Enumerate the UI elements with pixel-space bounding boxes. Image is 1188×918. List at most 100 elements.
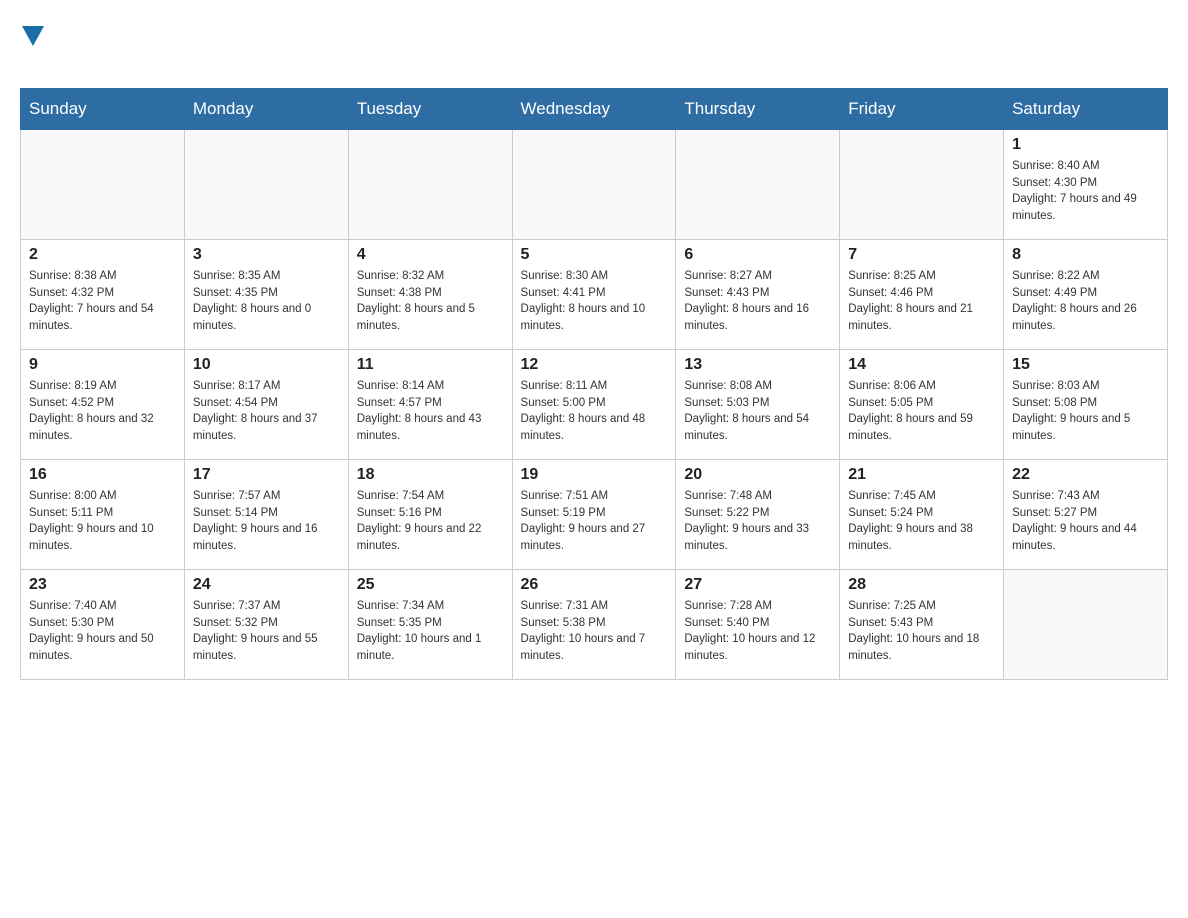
calendar-week-4: 16 Sunrise: 8:00 AM Sunset: 5:11 PM Dayli… [21,460,1168,570]
calendar-cell [21,130,185,240]
day-info: Sunrise: 8:38 AM Sunset: 4:32 PM Dayligh… [29,268,176,335]
day-info: Sunrise: 7:51 AM Sunset: 5:19 PM Dayligh… [521,488,668,555]
day-number: 4 [357,246,504,264]
calendar-cell: 8Sunrise: 8:22 AM Sunset: 4:49 PM Daylig… [1004,240,1168,350]
weekday-header-sunday: Sunday [21,89,185,130]
calendar-cell: 15 Sunrise: 8:03 AM Sunset: 5:08 PM Dayli… [1004,350,1168,460]
day-info: Sunrise: 7:34 AM Sunset: 5:35 PM Dayligh… [357,598,504,665]
day-number: 5 [521,246,668,264]
calendar-cell: 13 Sunrise: 8:08 AM Sunset: 5:03 PM Dayli… [676,350,840,460]
day-info: Sunrise: 8:35 AM Sunset: 4:35 PM Dayligh… [193,268,340,335]
day-number: 23 [29,576,176,594]
day-number: 3 [193,246,340,264]
day-number: 9 [29,356,176,374]
day-number: 15 [1012,356,1159,374]
calendar-cell: 12 Sunrise: 8:11 AM Sunset: 5:00 PM Dayli… [512,350,676,460]
day-number: 6 [684,246,831,264]
weekday-header-tuesday: Tuesday [348,89,512,130]
weekday-row: SundayMondayTuesdayWednesdayThursdayFrid… [21,89,1168,130]
calendar-week-5: 23Sunrise: 7:40 AM Sunset: 5:30 PM Dayli… [21,570,1168,680]
day-info: Sunrise: 8:00 AM Sunset: 5:11 PM Dayligh… [29,488,176,555]
weekday-header-friday: Friday [840,89,1004,130]
calendar-cell: 25 Sunrise: 7:34 AM Sunset: 5:35 PM Dayli… [348,570,512,680]
calendar-week-2: 2 Sunrise: 8:38 AM Sunset: 4:32 PM Daylig… [21,240,1168,350]
calendar-cell: 28Sunrise: 7:25 AM Sunset: 5:43 PM Dayli… [840,570,1004,680]
calendar-cell: 24 Sunrise: 7:37 AM Sunset: 5:32 PM Dayli… [184,570,348,680]
day-number: 18 [357,466,504,484]
calendar-cell: 11 Sunrise: 8:14 AM Sunset: 4:57 PM Dayli… [348,350,512,460]
day-info: Sunrise: 7:31 AM Sunset: 5:38 PM Dayligh… [521,598,668,665]
page-header [20,20,1168,78]
calendar-cell: 17 Sunrise: 7:57 AM Sunset: 5:14 PM Dayli… [184,460,348,570]
day-number: 10 [193,356,340,374]
day-info: Sunrise: 7:43 AM Sunset: 5:27 PM Dayligh… [1012,488,1159,555]
calendar-cell: 14 Sunrise: 8:06 AM Sunset: 5:05 PM Dayli… [840,350,1004,460]
calendar-cell: 2 Sunrise: 8:38 AM Sunset: 4:32 PM Daylig… [21,240,185,350]
day-number: 13 [684,356,831,374]
weekday-header-wednesday: Wednesday [512,89,676,130]
day-info: Sunrise: 8:27 AM Sunset: 4:43 PM Dayligh… [684,268,831,335]
calendar-cell [348,130,512,240]
calendar-cell: 19 Sunrise: 7:51 AM Sunset: 5:19 PM Dayli… [512,460,676,570]
calendar-cell: 5 Sunrise: 8:30 AM Sunset: 4:41 PM Daylig… [512,240,676,350]
logo [20,20,44,78]
calendar-cell [512,130,676,240]
weekday-header-monday: Monday [184,89,348,130]
day-number: 7 [848,246,995,264]
weekday-header-saturday: Saturday [1004,89,1168,130]
calendar-body: 1 Sunrise: 8:40 AM Sunset: 4:30 PM Daylig… [21,130,1168,680]
calendar-week-3: 9Sunrise: 8:19 AM Sunset: 4:52 PM Daylig… [21,350,1168,460]
calendar-cell: 20Sunrise: 7:48 AM Sunset: 5:22 PM Dayli… [676,460,840,570]
day-info: Sunrise: 8:32 AM Sunset: 4:38 PM Dayligh… [357,268,504,335]
day-info: Sunrise: 8:11 AM Sunset: 5:00 PM Dayligh… [521,378,668,445]
day-info: Sunrise: 8:03 AM Sunset: 5:08 PM Dayligh… [1012,378,1159,445]
calendar-table: SundayMondayTuesdayWednesdayThursdayFrid… [20,88,1168,680]
day-info: Sunrise: 7:57 AM Sunset: 5:14 PM Dayligh… [193,488,340,555]
day-info: Sunrise: 7:48 AM Sunset: 5:22 PM Dayligh… [684,488,831,555]
day-info: Sunrise: 8:08 AM Sunset: 5:03 PM Dayligh… [684,378,831,445]
calendar-cell: 26 Sunrise: 7:31 AM Sunset: 5:38 PM Dayli… [512,570,676,680]
calendar-cell: 3 Sunrise: 8:35 AM Sunset: 4:35 PM Daylig… [184,240,348,350]
calendar-cell: 18Sunrise: 7:54 AM Sunset: 5:16 PM Dayli… [348,460,512,570]
day-number: 19 [521,466,668,484]
day-number: 17 [193,466,340,484]
day-info: Sunrise: 8:14 AM Sunset: 4:57 PM Dayligh… [357,378,504,445]
day-info: Sunrise: 8:17 AM Sunset: 4:54 PM Dayligh… [193,378,340,445]
calendar-cell: 27 Sunrise: 7:28 AM Sunset: 5:40 PM Dayli… [676,570,840,680]
day-number: 14 [848,356,995,374]
calendar-cell: 10 Sunrise: 8:17 AM Sunset: 4:54 PM Dayli… [184,350,348,460]
day-number: 16 [29,466,176,484]
day-number: 24 [193,576,340,594]
calendar-cell: 7 Sunrise: 8:25 AM Sunset: 4:46 PM Daylig… [840,240,1004,350]
calendar-cell: 22 Sunrise: 7:43 AM Sunset: 5:27 PM Dayli… [1004,460,1168,570]
day-info: Sunrise: 7:37 AM Sunset: 5:32 PM Dayligh… [193,598,340,665]
day-number: 1 [1012,136,1159,154]
day-number: 25 [357,576,504,594]
day-info: Sunrise: 8:22 AM Sunset: 4:49 PM Dayligh… [1012,268,1159,335]
calendar-header: SundayMondayTuesdayWednesdayThursdayFrid… [21,89,1168,130]
logo-arrow-icon [22,26,44,46]
day-info: Sunrise: 7:28 AM Sunset: 5:40 PM Dayligh… [684,598,831,665]
day-info: Sunrise: 8:40 AM Sunset: 4:30 PM Dayligh… [1012,158,1159,225]
calendar-cell [1004,570,1168,680]
day-info: Sunrise: 8:06 AM Sunset: 5:05 PM Dayligh… [848,378,995,445]
day-number: 27 [684,576,831,594]
day-number: 22 [1012,466,1159,484]
calendar-cell: 16 Sunrise: 8:00 AM Sunset: 5:11 PM Dayli… [21,460,185,570]
day-number: 26 [521,576,668,594]
day-number: 12 [521,356,668,374]
day-number: 2 [29,246,176,264]
calendar-cell [676,130,840,240]
calendar-cell: 6 Sunrise: 8:27 AM Sunset: 4:43 PM Daylig… [676,240,840,350]
calendar-cell: 9Sunrise: 8:19 AM Sunset: 4:52 PM Daylig… [21,350,185,460]
weekday-header-thursday: Thursday [676,89,840,130]
calendar-cell [184,130,348,240]
day-info: Sunrise: 7:45 AM Sunset: 5:24 PM Dayligh… [848,488,995,555]
calendar-cell: 21Sunrise: 7:45 AM Sunset: 5:24 PM Dayli… [840,460,1004,570]
day-info: Sunrise: 8:25 AM Sunset: 4:46 PM Dayligh… [848,268,995,335]
day-number: 11 [357,356,504,374]
day-info: Sunrise: 8:30 AM Sunset: 4:41 PM Dayligh… [521,268,668,335]
calendar-cell: 1 Sunrise: 8:40 AM Sunset: 4:30 PM Daylig… [1004,130,1168,240]
calendar-cell: 4 Sunrise: 8:32 AM Sunset: 4:38 PM Daylig… [348,240,512,350]
calendar-cell [840,130,1004,240]
